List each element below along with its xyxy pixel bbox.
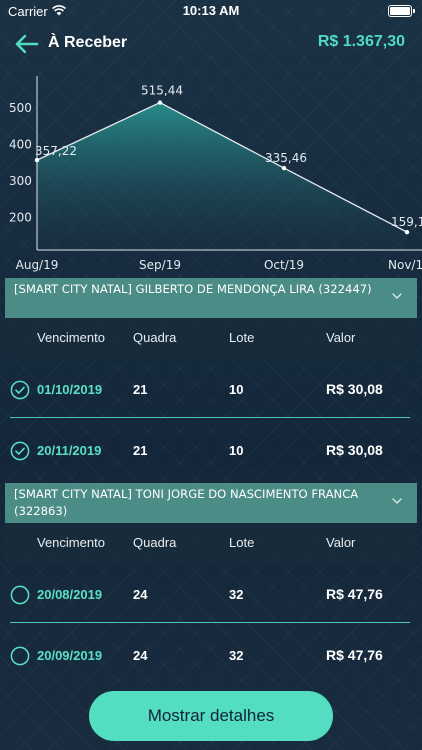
chart-y-tick-label: 400	[9, 138, 32, 152]
column-header-lote: Lote	[229, 330, 255, 345]
chart-data-point	[281, 165, 287, 171]
clock-label: 10:13 AM	[182, 3, 240, 18]
row-valor: R$ 47,76	[326, 586, 383, 602]
group-header-gilberto[interactable]: [SMART CITY NATAL] GILBERTO DE MENDONÇA …	[5, 278, 417, 318]
column-header-valor: Valor	[326, 535, 356, 550]
table-row[interactable]: 01/10/2019 21 10 R$ 30,08	[5, 360, 417, 418]
chart-data-point	[34, 157, 40, 163]
column-header-quadra: Quadra	[133, 535, 177, 550]
row-quadra: 24	[133, 587, 148, 602]
row-vencimento: 20/09/2019	[37, 648, 103, 663]
group-title: [SMART CITY NATAL] GILBERTO DE MENDONÇA …	[14, 282, 372, 296]
chevron-down-icon	[392, 498, 402, 504]
group-header-toni[interactable]: [SMART CITY NATAL] TONI JORGE DO NASCIME…	[5, 483, 417, 523]
column-header-valor: Valor	[326, 330, 356, 345]
chart-data-point	[157, 100, 163, 105]
header: À Receber R$ 1.367,30	[0, 28, 422, 60]
row-quadra: 24	[133, 648, 148, 663]
row-valor: R$ 30,08	[326, 381, 383, 397]
table-row[interactable]: 20/08/2019 24 32 R$ 47,76	[5, 565, 417, 623]
show-details-button[interactable]: Mostrar detalhes	[89, 691, 333, 741]
row-valor: R$ 30,08	[326, 442, 383, 458]
row-vencimento: 01/10/2019	[37, 382, 103, 397]
row-valor: R$ 47,76	[326, 647, 383, 663]
chart-canvas: 200 300 400 500 Aug/19 Sep/19 Oct/19 Nov/19 357,…	[9, 76, 422, 272]
column-headers: Vencimento Quadra Lote Valor	[5, 318, 417, 358]
check-circle-icon[interactable]	[10, 380, 30, 400]
chart-x-tick-label: Nov/19	[388, 258, 422, 272]
empty-circle-icon[interactable]	[10, 646, 30, 666]
row-lote: 32	[229, 648, 244, 663]
empty-circle-icon[interactable]	[10, 585, 30, 605]
chart-y-tick-label: 200	[9, 210, 32, 224]
chart-data-point	[404, 229, 410, 235]
column-header-lote: Lote	[229, 535, 255, 550]
table-row[interactable]: 20/11/2019 21 10 R$ 30,08	[5, 421, 417, 479]
row-lote: 32	[229, 587, 244, 602]
row-divider	[10, 622, 410, 623]
check-circle-icon[interactable]	[10, 441, 30, 461]
chevron-down-icon	[392, 293, 402, 299]
chart-data-label: 335,46	[265, 151, 307, 165]
group-title: [SMART CITY NATAL] TONI JORGE DO NASCIME…	[14, 487, 359, 518]
column-header-vencimento: Vencimento	[37, 330, 105, 345]
chart-x-tick-label: Oct/19	[264, 258, 304, 272]
receivables-chart: 200 300 400 500 Aug/19 Sep/19 Oct/19 Nov/19 357,…	[0, 70, 422, 275]
chart-y-tick-label: 500	[9, 101, 32, 115]
total-amount: R$ 1.367,30	[317, 33, 405, 50]
chart-area-fill	[37, 102, 407, 250]
battery-icon	[388, 5, 415, 17]
row-quadra: 21	[133, 382, 148, 397]
page-title: À Receber	[48, 34, 128, 51]
row-vencimento: 20/08/2019	[37, 587, 103, 602]
chart-data-label: 357,22	[35, 144, 77, 158]
column-header-vencimento: Vencimento	[37, 535, 105, 550]
row-lote: 10	[229, 443, 244, 458]
row-lote: 10	[229, 382, 244, 397]
row-vencimento: 20/11/2019	[37, 443, 102, 458]
column-headers: Vencimento Quadra Lote Valor	[5, 523, 417, 563]
back-arrow-icon[interactable]	[12, 30, 40, 58]
chart-data-label: 159,14	[391, 215, 422, 229]
row-quadra: 21	[133, 443, 148, 458]
row-divider	[10, 417, 410, 418]
chart-y-tick-label: 300	[9, 174, 32, 188]
chart-data-label: 515,44	[141, 84, 183, 98]
table-row[interactable]: 20/09/2019 24 32 R$ 47,76	[5, 626, 417, 684]
chart-x-tick-label: Sep/19	[139, 258, 181, 272]
column-header-quadra: Quadra	[133, 330, 177, 345]
chart-x-tick-label: Aug/19	[16, 258, 59, 272]
status-bar: Carrier 10:13 AM	[0, 0, 422, 22]
